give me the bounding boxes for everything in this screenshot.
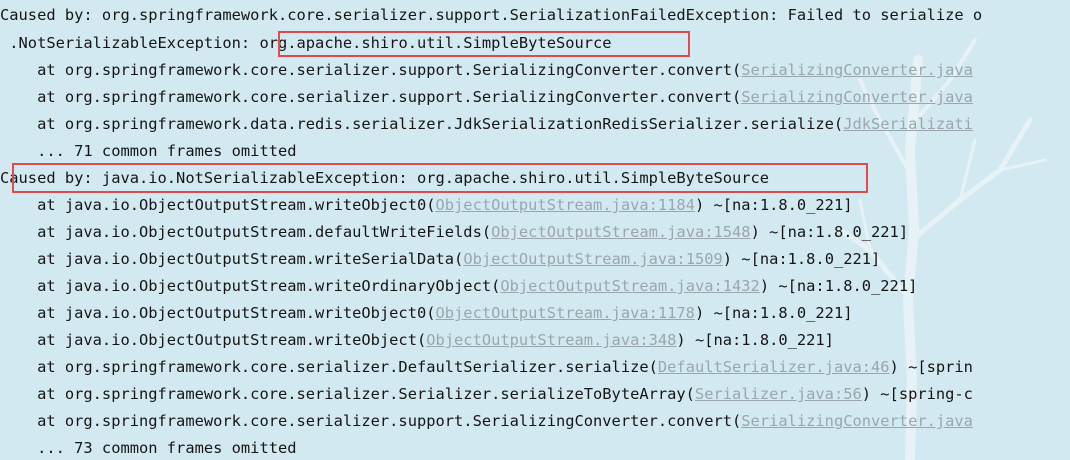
stack-frame-line-14: at org.springframework.core.serializer.D…: [0, 354, 973, 381]
frames-omitted-line-2: ... 73 common frames omitted: [0, 435, 297, 460]
frame-tail: ) ~[na:1.8.0_221]: [759, 277, 918, 295]
source-link[interactable]: Serializer.java:56: [695, 385, 862, 403]
source-link[interactable]: JdkSerializati: [843, 115, 973, 133]
frame-tail: ) ~[spring-c: [861, 385, 973, 403]
frame-text: at java.io.ObjectOutputStream.writeObjec…: [0, 196, 436, 214]
source-link[interactable]: SerializingConverter.java: [741, 61, 973, 79]
frame-tail: ) ~[na:1.8.0_221]: [676, 331, 834, 349]
frame-tail: ) ~[na:1.8.0_221]: [750, 223, 909, 241]
frame-text: at org.springframework.core.serializer.S…: [0, 385, 695, 403]
frame-text: at org.springframework.core.serializer.s…: [0, 412, 742, 430]
console-output: Caused by: org.springframework.core.seri…: [0, 0, 1070, 460]
source-link[interactable]: ObjectOutputStream.java:1184: [436, 196, 695, 214]
frames-omitted-text: ... 73 common frames omitted: [0, 439, 297, 457]
frame-text: at java.io.ObjectOutputStream.writeObjec…: [0, 331, 427, 349]
frame-text: at org.springframework.core.serializer.D…: [0, 358, 658, 376]
stack-frame-line-13: at java.io.ObjectOutputStream.writeObjec…: [0, 327, 834, 354]
frame-text: at org.springframework.core.serializer.s…: [0, 61, 742, 79]
highlight-box-1: [278, 31, 690, 57]
stack-frame-line-16: at org.springframework.core.serializer.s…: [0, 408, 973, 435]
stack-frame-line-12: at java.io.ObjectOutputStream.writeObjec…: [0, 300, 852, 327]
stack-frame-line-8: at java.io.ObjectOutputStream.writeObjec…: [0, 192, 852, 219]
frame-text: at org.springframework.data.redis.serial…: [0, 115, 844, 133]
exception-name-prefix: .NotSerializableException: [0, 34, 241, 52]
frame-tail: ) ~[sprin: [889, 358, 973, 376]
stack-frame-line-5: at org.springframework.data.redis.serial…: [0, 111, 973, 138]
frame-text: at java.io.ObjectOutputStream.writeObjec…: [0, 304, 436, 322]
source-link[interactable]: ObjectOutputStream.java:1548: [491, 223, 750, 241]
frame-text: at java.io.ObjectOutputStream.defaultWri…: [0, 223, 492, 241]
frames-omitted-text: ... 71 common frames omitted: [0, 142, 297, 160]
stack-frame-line-10: at java.io.ObjectOutputStream.writeSeria…: [0, 246, 880, 273]
stack-frame-line-4: at org.springframework.core.serializer.s…: [0, 84, 973, 111]
source-link[interactable]: SerializingConverter.java: [741, 412, 973, 430]
frame-tail: ) ~[na:1.8.0_221]: [694, 304, 853, 322]
caused-by-line-1: Caused by: org.springframework.core.seri…: [0, 2, 982, 29]
stack-frame-line-15: at org.springframework.core.serializer.S…: [0, 381, 973, 408]
stack-frame-line-9: at java.io.ObjectOutputStream.defaultWri…: [0, 219, 908, 246]
frame-text: at java.io.ObjectOutputStream.writeOrdin…: [0, 277, 501, 295]
source-link[interactable]: ObjectOutputStream.java:1432: [500, 277, 759, 295]
stack-frame-line-11: at java.io.ObjectOutputStream.writeOrdin…: [0, 273, 917, 300]
frame-text: at java.io.ObjectOutputStream.writeSeria…: [0, 250, 464, 268]
frame-tail: ) ~[na:1.8.0_221]: [722, 250, 881, 268]
source-link[interactable]: ObjectOutputStream.java:348: [426, 331, 676, 349]
frames-omitted-line-1: ... 71 common frames omitted: [0, 138, 297, 165]
frame-text: at org.springframework.core.serializer.s…: [0, 88, 742, 106]
source-link[interactable]: ObjectOutputStream.java:1178: [436, 304, 695, 322]
highlight-box-2: [12, 163, 868, 193]
source-link[interactable]: SerializingConverter.java: [741, 88, 973, 106]
source-link[interactable]: ObjectOutputStream.java:1509: [463, 250, 722, 268]
stack-frame-line-3: at org.springframework.core.serializer.s…: [0, 57, 973, 84]
source-link[interactable]: DefaultSerializer.java:46: [658, 358, 890, 376]
frame-tail: ) ~[na:1.8.0_221]: [694, 196, 853, 214]
right-edge-fade: [1052, 0, 1070, 460]
caused-by-text-1: Caused by: org.springframework.core.seri…: [0, 6, 983, 24]
